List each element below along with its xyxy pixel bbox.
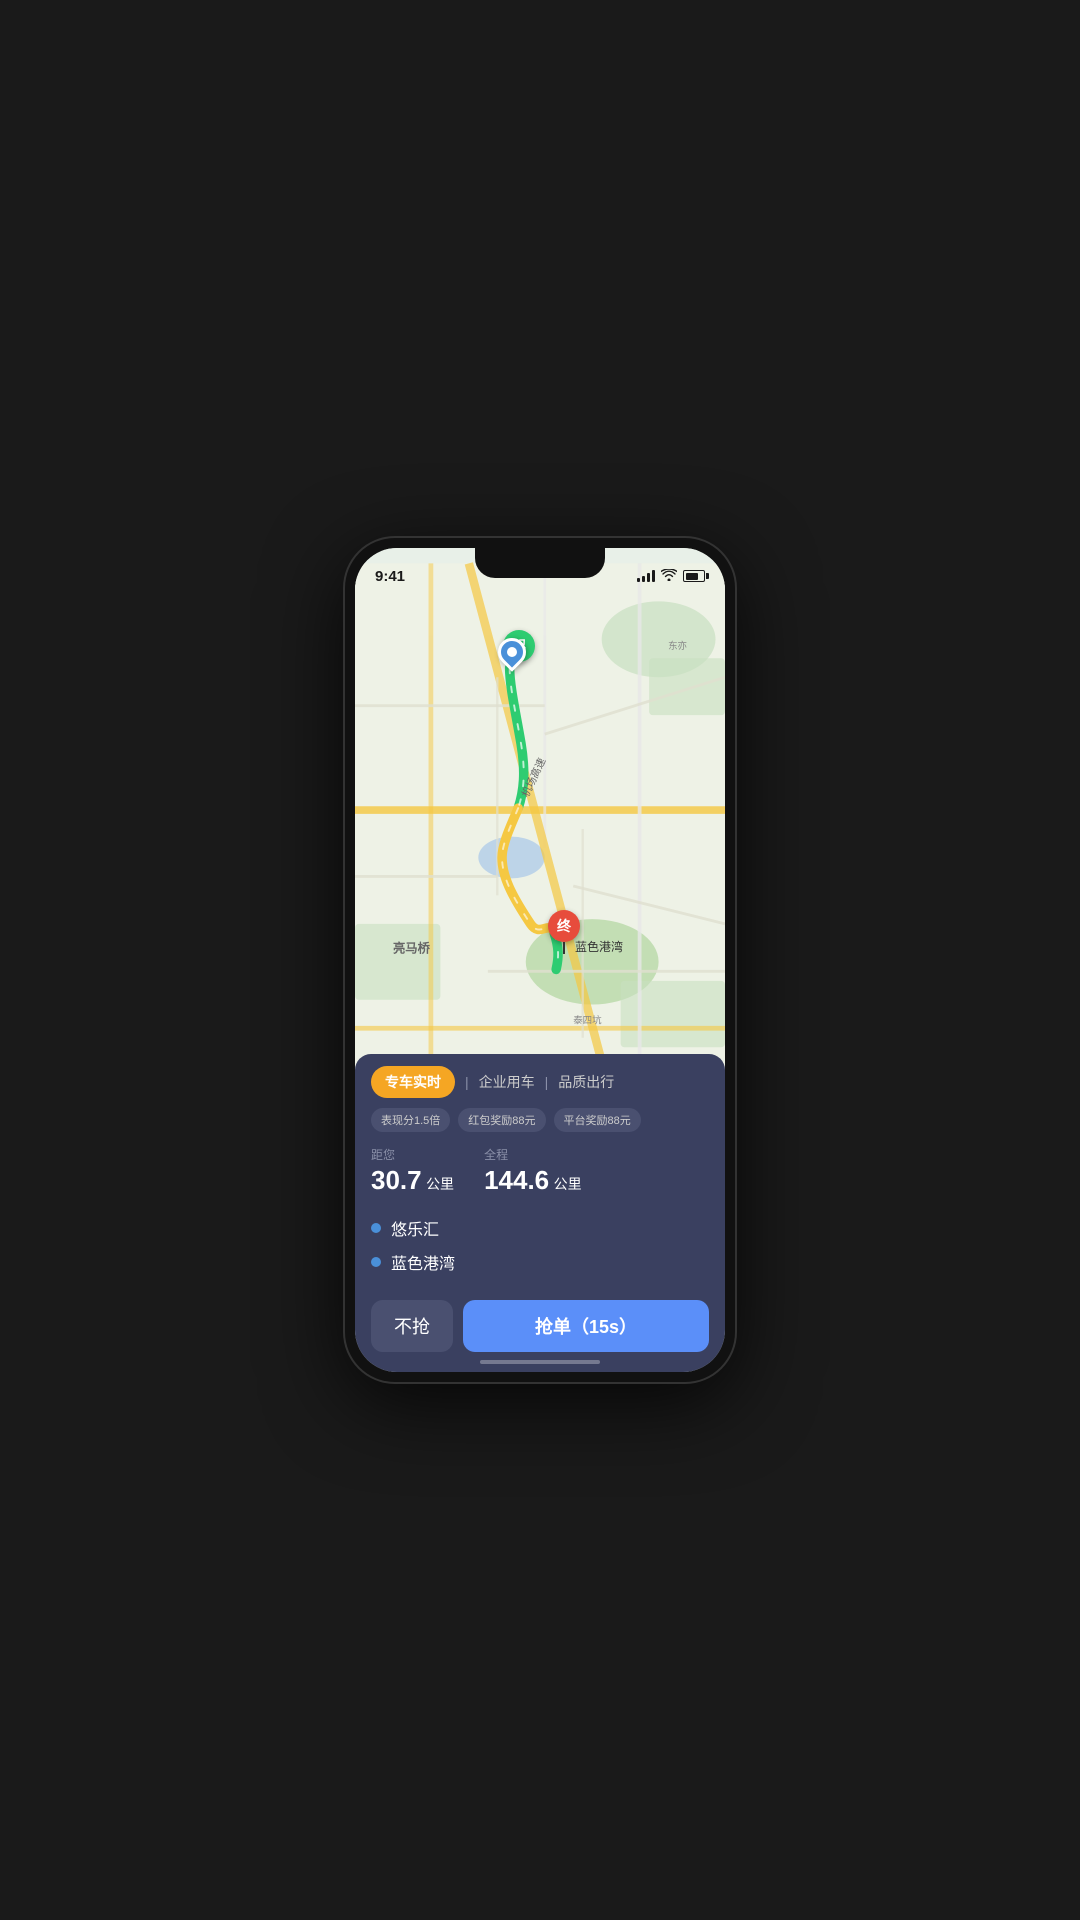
location-item-dest: 蓝色港湾	[371, 1250, 709, 1274]
destination-label: 蓝色港湾	[575, 938, 623, 955]
svg-text:泰四坑: 泰四坑	[573, 1015, 602, 1027]
end-marker: 终	[548, 910, 580, 954]
skip-button[interactable]: 不抢	[371, 1300, 453, 1352]
status-icons	[637, 569, 705, 584]
tab-enterprise[interactable]: 企业用车	[479, 1072, 535, 1092]
signal-icon	[637, 570, 655, 582]
stat-distance-unit: 公里	[426, 1176, 454, 1192]
blue-dot-icon	[492, 632, 532, 672]
loc-dot-origin	[371, 1223, 381, 1233]
stats-row: 距您 30.7 公里 全程 144.6 公里	[355, 1146, 725, 1212]
phone-frame: 9:41	[345, 538, 735, 1382]
tab-divider2: |	[545, 1074, 549, 1090]
notch	[475, 548, 605, 578]
loc-dot-dest	[371, 1257, 381, 1267]
svg-text:东亦: 东亦	[668, 640, 687, 652]
tab-exclusive[interactable]: 专车实时	[371, 1066, 455, 1098]
locations-list: 悠乐汇 蓝色港湾	[355, 1212, 725, 1290]
home-indicator	[480, 1360, 600, 1364]
stat-total: 全程 144.6 公里	[484, 1146, 582, 1196]
loc-name-origin: 悠乐汇	[391, 1216, 439, 1240]
vehicle-location	[498, 638, 526, 666]
end-badge: 终	[548, 910, 580, 942]
stat-total-label: 全程	[484, 1146, 582, 1163]
loc-name-dest: 蓝色港湾	[391, 1250, 455, 1274]
stat-distance-label: 距您	[371, 1146, 454, 1163]
badges-row: 表现分1.5倍 红包奖励88元 平台奖励88元	[355, 1108, 725, 1146]
battery-icon	[683, 570, 705, 582]
tab-divider: |	[465, 1074, 469, 1090]
badge-platform: 平台奖励88元	[554, 1108, 641, 1132]
wifi-icon	[661, 569, 677, 584]
stat-total-unit: 公里	[554, 1176, 582, 1192]
end-pin	[563, 942, 565, 954]
phone-screen: 9:41	[355, 548, 725, 1372]
stat-total-value: 144.6	[484, 1165, 549, 1195]
status-time: 9:41	[375, 568, 405, 585]
badge-performance: 表现分1.5倍	[371, 1108, 450, 1132]
location-item-origin: 悠乐汇	[371, 1216, 709, 1240]
stat-distance-value: 30.7	[371, 1165, 422, 1195]
svg-text:亮马桥: 亮马桥	[393, 940, 431, 955]
stat-distance: 距您 30.7 公里	[371, 1146, 454, 1196]
badge-redpacket: 红包奖励88元	[458, 1108, 545, 1132]
tab-quality[interactable]: 品质出行	[558, 1072, 614, 1092]
tabs-row: 专车实时 | 企业用车 | 品质出行	[355, 1054, 725, 1108]
grab-button[interactable]: 抢单（15s）	[463, 1300, 709, 1352]
bottom-panel: 专车实时 | 企业用车 | 品质出行 表现分1.5倍 红包奖励88元 平台奖励8…	[355, 1054, 725, 1372]
